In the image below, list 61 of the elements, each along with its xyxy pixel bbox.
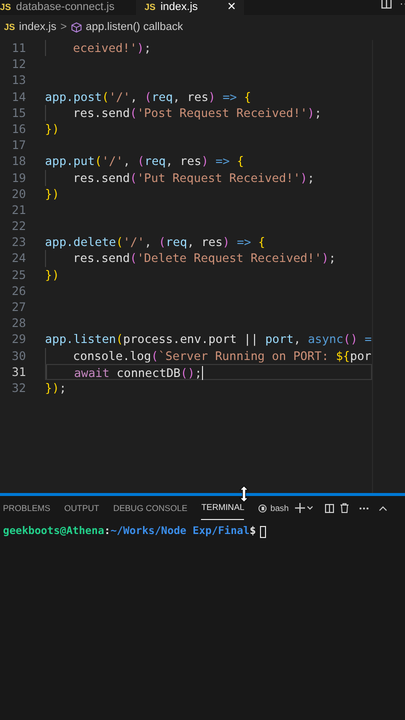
line-number: 21 <box>10 202 26 218</box>
code-line: }) <box>45 120 60 138</box>
code-line: }); <box>45 380 66 396</box>
line-number: 15 <box>10 104 26 121</box>
js-file-icon: JS <box>0 1 12 14</box>
breadcrumb-item[interactable]: app.listen() callback <box>86 19 183 36</box>
line-number: 28 <box>10 315 26 332</box>
editor-tab[interactable]: JS index.js ✕ <box>136 0 244 15</box>
line-number: 30 <box>10 348 26 364</box>
trash-icon[interactable] <box>340 503 349 513</box>
code-line: res.send('Delete Request Received!'); <box>73 250 336 267</box>
line-number: 19 <box>10 170 26 186</box>
add-terminal-icon[interactable] <box>294 503 305 513</box>
code-line: }) <box>45 186 60 202</box>
line-number: 17 <box>10 137 26 154</box>
line-number: 26 <box>10 282 26 299</box>
code-line: await connectDB(); <box>74 364 202 379</box>
code-line: }) <box>45 266 60 283</box>
js-file-icon: JS <box>4 20 16 34</box>
line-number: 32 <box>10 380 26 396</box>
panel-tab[interactable]: OUTPUT <box>64 496 100 520</box>
close-icon[interactable]: ✕ <box>226 1 236 14</box>
line-number: 23 <box>10 234 26 250</box>
chevron-down-icon[interactable] <box>306 506 313 510</box>
line-number: 29 <box>10 331 26 348</box>
line-number: 27 <box>10 299 26 316</box>
line-number: 31 <box>10 364 26 380</box>
more-actions-icon[interactable] <box>358 506 369 510</box>
cube-icon <box>70 22 82 33</box>
line-number: 12 <box>10 56 26 72</box>
code-line: app.listen(process.env.port || port, async() = <box>45 331 372 348</box>
code-line: res.send('Post Request Received!'); <box>73 104 322 121</box>
panel-tab[interactable]: DEBUG CONSOLE <box>113 496 188 520</box>
breadcrumb-item[interactable]: index.js <box>19 19 56 36</box>
line-number: 18 <box>10 153 26 170</box>
terminal-profile-icon <box>258 504 268 512</box>
line-number: 11 <box>10 40 26 56</box>
panel-tab[interactable]: PROBLEMS <box>3 496 50 520</box>
terminal-cursor <box>260 526 266 538</box>
code-line: eceived!'); <box>73 40 152 56</box>
line-number: 13 <box>10 72 26 89</box>
code-line: app.put('/', (req, res) => { <box>45 153 244 170</box>
chevron-up-icon[interactable] <box>378 506 387 510</box>
code-line: console.log(`Server Running on PORT: ${por <box>73 348 372 364</box>
line-number: 22 <box>10 218 26 234</box>
terminal-prompt: geekboots@Athena:~/Works/Node Exp/Final$ <box>3 524 256 539</box>
line-number: 20 <box>10 186 26 202</box>
line-number: 24 <box>10 250 26 267</box>
code-line: res.send('Put Request Received!'); <box>73 170 315 186</box>
terminal-profile-label[interactable]: bash <box>270 502 289 514</box>
js-file-icon: JS <box>144 1 156 14</box>
line-number: 25 <box>10 266 26 283</box>
code-line: app.post('/', (req, res) => { <box>45 88 252 105</box>
code-line: app.delete('/', (req, res) => { <box>45 234 266 250</box>
line-number: 14 <box>10 88 26 105</box>
resize-cursor-icon <box>239 485 249 503</box>
editor-tab[interactable]: JS database-connect.js <box>0 0 136 15</box>
breadcrumb-separator: > <box>60 20 67 36</box>
split-editor-icon[interactable] <box>380 0 392 9</box>
line-number: 16 <box>10 120 26 138</box>
split-terminal-icon[interactable] <box>324 504 334 512</box>
